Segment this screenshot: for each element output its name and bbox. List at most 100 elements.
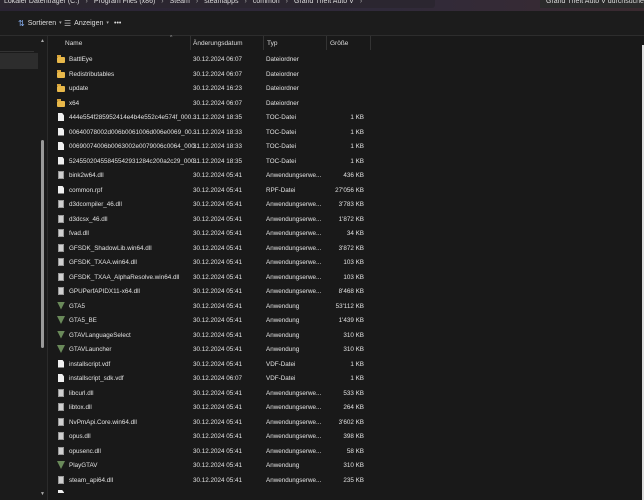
file-name: PlayGTAV [69,462,98,469]
file-row[interactable]: installscript_sdk.vdf 30.12.2024 06:07 V… [49,371,641,386]
file-row[interactable]: GPUPerfAPIDX11-x64.dll 30.12.2024 05:41 … [49,284,641,299]
file-name: GFSDK_TXAA.win64.dll [69,259,137,266]
file-row[interactable]: GFSDK_ShadowLib.win64.dll 30.12.2024 05:… [49,241,641,256]
file-row[interactable]: PlayGTAV 30.12.2024 05:41 Anwendung 310 … [49,458,641,473]
breadcrumb-item[interactable]: Lokaler Datenträger (C:) [4,0,79,5]
file-row[interactable]: GTA5_BE 30.12.2024 05:41 Anwendung 1'439… [49,313,641,328]
file-row[interactable]: x64 30.12.2024 06:07 Dateiordner [49,96,641,111]
more-button[interactable]: ••• [114,17,121,29]
file-date: 30.12.2024 06:07 [193,375,243,382]
file-name: libcurl.dll [69,389,94,397]
file-row[interactable]: update 30.12.2024 16:23 Dateiordner [49,81,641,96]
file-size: 103 KB [343,273,364,281]
sort-label: Sortieren [27,19,57,27]
file-size: 34 KB [346,230,364,237]
file-size: 235 KB [343,476,364,484]
file-row[interactable]: opusenc.dll 30.12.2024 05:41 Anwendungse… [49,444,641,459]
column-name[interactable]: Name [65,40,82,47]
scroll-up-icon[interactable]: ▲ [40,38,45,44]
file-row[interactable]: d3dcompiler_46.dll 30.12.2024 05:41 Anwe… [49,197,641,212]
sidebar-selected-item[interactable] [0,53,38,69]
file-row[interactable]: GTAVLanguageSelect 30.12.2024 05:41 Anwe… [49,328,641,343]
dll-file-icon [58,417,64,426]
file-date: 30.12.2024 05:41 [193,288,243,295]
file-row[interactable]: bink2w64.dll 30.12.2024 05:41 Anwendungs… [49,168,641,183]
breadcrumb-item[interactable]: Grand Theft Auto V [294,0,354,5]
dll-file-icon [58,243,64,252]
column-divider[interactable] [263,36,264,50]
sidebar-scrollbar[interactable] [41,140,44,348]
file-size: 58 KB [346,447,364,455]
file-row[interactable]: 00690074006b0063002e0079006c0064_000... … [49,139,641,154]
file-date: 30.12.2024 05:41 [193,433,243,440]
file-list: BattlEye 30.12.2024 06:07 Dateiordner Re… [49,52,641,493]
file-row[interactable]: libcurl.dll 30.12.2024 05:41 Anwendungse… [49,386,641,401]
file-row[interactable]: GFSDK_TXAA_AlphaResolve.win64.dll 30.12.… [49,270,641,285]
file-icon [58,359,64,368]
breadcrumb-item[interactable]: Program Files (x86) [94,0,155,5]
dll-file-icon [58,403,64,411]
column-size[interactable]: Größe [330,40,348,47]
scroll-down-icon[interactable]: ▼ [40,491,45,497]
file-name: installscript_sdk.vdf [69,375,124,382]
file-type: TOC-Datei [266,143,296,150]
column-divider[interactable] [190,36,191,50]
breadcrumb-item[interactable]: common [253,0,280,5]
file-row[interactable]: installscript.vdf 30.12.2024 05:41 VDF-D… [49,357,641,372]
file-name: opusenc.dll [69,447,101,455]
file-row[interactable]: NvPmApi.Core.win64.dll 30.12.2024 05:41 … [49,415,641,430]
file-type: Anwendung [266,317,300,324]
breadcrumb[interactable]: Lokaler Datenträger (C:) › Program Files (… [0,0,435,8]
command-bar: ⇅ Sortieren ▾ ☰ Anzeigen ▾ ••• [0,11,644,36]
breadcrumb-item[interactable]: steamapps [204,0,238,5]
breadcrumb-item[interactable]: Steam [170,0,190,5]
chevron-down-icon: ▾ [59,20,62,26]
file-size: 27'056 KB [335,186,364,194]
file-row[interactable]: Redistributables 30.12.2024 06:07 Dateio… [49,67,641,82]
view-button[interactable]: ☰ Anzeigen ▾ [64,17,109,29]
file-row[interactable]: d3dcsx_46.dll 30.12.2024 05:41 Anwendung… [49,212,641,227]
file-row[interactable]: GTA5 30.12.2024 05:41 Anwendung 53'112 K… [49,299,641,314]
file-row-partial[interactable] [49,487,641,493]
file-icon [58,142,64,150]
file-type: TOC-Datei [266,114,296,121]
file-type: VDF-Datei [266,360,296,368]
file-type: VDF-Datei [266,375,296,382]
file-row[interactable]: GTAVLauncher 30.12.2024 05:41 Anwendung … [49,342,641,357]
file-date: 30.12.2024 05:41 [193,273,243,281]
divider [0,51,34,52]
file-row[interactable]: 444e554f285952414e4b4e552c4e574f_000... … [49,110,641,125]
application-icon [57,316,65,324]
file-row[interactable]: common.rpf 30.12.2024 05:41 RPF-Datei 27… [49,183,641,198]
file-type: Dateiordner [266,56,299,63]
file-row[interactable]: 00640078002d006b0061006d006e0069_00... 3… [49,125,641,140]
file-row[interactable]: 52455020455845542931284c200a2c29_000... … [49,154,641,169]
file-size: 533 KB [343,389,364,397]
file-date: 31.12.2024 18:33 [193,128,243,136]
search-input[interactable]: Grand Theft Auto V durchsuchen [540,0,644,8]
file-row[interactable]: GFSDK_TXAA.win64.dll 30.12.2024 05:41 An… [49,255,641,270]
file-size: 3'602 KB [338,418,364,426]
column-date[interactable]: Änderungsdatum [193,40,243,47]
file-row[interactable]: steam_api64.dll 30.12.2024 05:41 Anwendu… [49,473,641,488]
column-type[interactable]: Typ [267,40,277,47]
file-row[interactable]: opus.dll 30.12.2024 05:41 Anwendungserwe… [49,429,641,444]
dll-file-icon [58,388,64,397]
file-size: 53'112 KB [335,302,364,310]
file-row[interactable]: fvad.dll 30.12.2024 05:41 Anwendungserwe… [49,226,641,241]
file-date: 30.12.2024 05:41 [193,186,243,194]
file-size: 103 KB [343,259,364,266]
file-name: bink2w64.dll [69,172,104,179]
breadcrumb-separator-icon: › [244,0,247,5]
address-bar-area: Lokaler Datenträger (C:) › Program Files (… [0,0,644,11]
file-date: 30.12.2024 16:23 [193,85,243,92]
file-icon [58,156,64,165]
file-date: 30.12.2024 05:41 [193,230,243,237]
file-row[interactable]: libtox.dll 30.12.2024 05:41 Anwendungser… [49,400,641,415]
sort-button[interactable]: ⇅ Sortieren ▾ [18,17,62,29]
file-row[interactable]: BattlEye 30.12.2024 06:07 Dateiordner [49,52,641,67]
file-size: 1 KB [350,128,364,136]
column-divider[interactable] [370,36,371,50]
breadcrumb-separator-icon: › [161,0,164,5]
column-divider[interactable] [326,36,327,50]
